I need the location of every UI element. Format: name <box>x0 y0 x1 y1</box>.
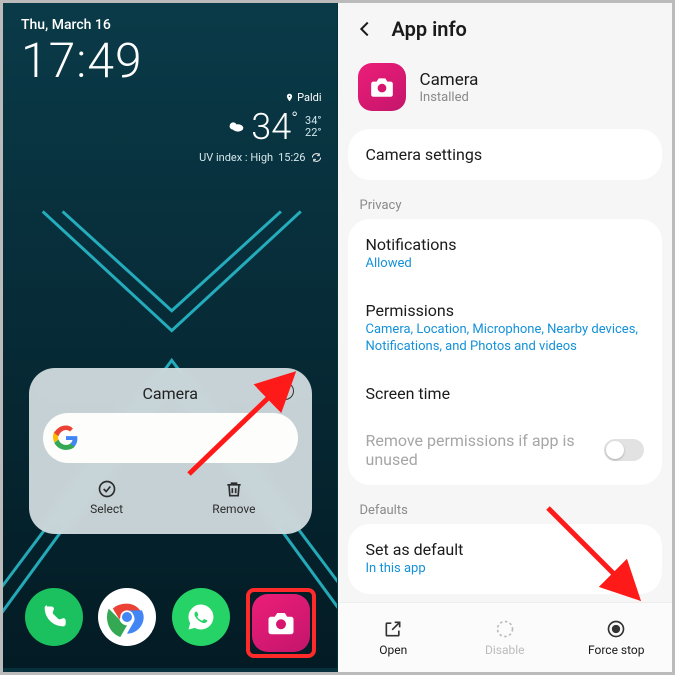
uv-label: UV index : High <box>199 151 273 164</box>
google-logo-icon <box>53 425 79 451</box>
refresh-icon <box>311 152 322 163</box>
uv-time: 15:26 <box>278 151 305 164</box>
phone-app-icon[interactable] <box>25 588 83 646</box>
header: App info <box>338 3 673 55</box>
disable-button: Disable <box>449 603 561 672</box>
screen-time-item[interactable]: Screen time <box>348 370 663 417</box>
weather-cloud-icon <box>225 116 247 138</box>
temp-value: 34 <box>251 106 291 148</box>
permissions-item[interactable]: Permissions Camera, Location, Microphone… <box>348 287 663 370</box>
weather-widget[interactable]: Paldi 34° 34°22° UV index : High 15:26 <box>199 91 321 164</box>
remove-label: Remove <box>212 502 255 516</box>
info-icon[interactable]: i <box>276 382 294 400</box>
google-search-pill[interactable] <box>43 413 298 463</box>
camera-app-icon[interactable] <box>252 594 310 652</box>
app-info-screen: App info Camera Installed Camera setting… <box>338 3 673 672</box>
set-as-default-item[interactable]: Set as default In this app <box>348 526 663 592</box>
location-pin-icon <box>285 93 294 102</box>
page-title: App info <box>392 17 467 41</box>
whatsapp-app-icon[interactable] <box>172 588 230 646</box>
back-icon[interactable] <box>354 18 376 40</box>
privacy-section-label: Privacy <box>338 192 673 219</box>
open-external-icon <box>383 619 403 639</box>
app-badge-icon <box>358 63 406 111</box>
popup-title: Camera <box>143 384 198 403</box>
temp-low: 22° <box>305 127 321 139</box>
bottom-action-bar: Open Disable Force stop <box>338 602 673 672</box>
camera-app-highlight <box>246 588 316 658</box>
remove-permissions-item[interactable]: Remove permissions if app is unused <box>348 417 663 483</box>
select-check-icon <box>97 479 117 499</box>
notifications-item[interactable]: Notifications Allowed <box>348 221 663 287</box>
location-name: Paldi <box>297 91 321 104</box>
open-button[interactable]: Open <box>338 603 450 672</box>
remove-permissions-toggle[interactable] <box>604 439 644 461</box>
clock: 17:49 <box>21 37 143 85</box>
select-button[interactable]: Select <box>43 471 170 524</box>
date-label: Thu, March 16 <box>21 17 143 33</box>
camera-settings-item[interactable]: Camera settings <box>348 131 663 178</box>
homescreen: Thu, March 16 17:49 Paldi 34° 34°22° UV … <box>3 3 338 672</box>
force-stop-icon <box>606 619 626 639</box>
status-block: Thu, March 16 17:49 <box>21 17 143 85</box>
app-name: Camera <box>420 70 479 90</box>
trash-icon <box>224 479 244 499</box>
disable-icon <box>495 619 515 639</box>
defaults-section-label: Defaults <box>338 497 673 524</box>
app-context-popup: Camera i Select Remove <box>29 368 312 534</box>
chrome-app-icon[interactable] <box>98 588 156 646</box>
app-header-row: Camera Installed <box>338 55 673 129</box>
dock <box>3 588 338 658</box>
force-stop-button[interactable]: Force stop <box>561 603 673 672</box>
app-status: Installed <box>420 90 479 105</box>
remove-button[interactable]: Remove <box>170 471 297 524</box>
select-label: Select <box>90 502 123 516</box>
